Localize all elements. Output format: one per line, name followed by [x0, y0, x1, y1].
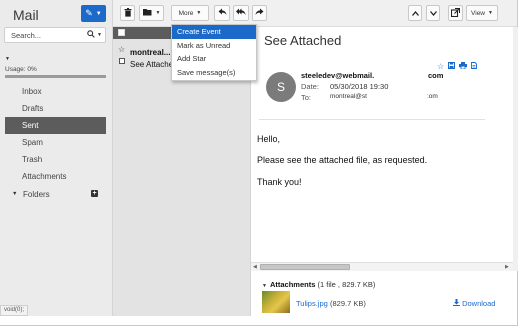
folders-section: ▼ Folders + [5, 190, 106, 200]
forward-icon [255, 8, 264, 18]
sidebar-item-inbox[interactable]: Inbox [5, 83, 106, 100]
chevron-down-icon[interactable]: ▼ [96, 11, 102, 17]
reply-icon [218, 8, 227, 18]
to-label: To: [301, 93, 312, 102]
reply-all-button[interactable] [233, 5, 249, 21]
body-signoff: Thank you! [257, 177, 302, 187]
folders-label[interactable]: Folders [23, 190, 50, 199]
save-icon[interactable] [448, 62, 456, 71]
recipient-email[interactable]: montreal@st [330, 93, 367, 100]
recipient-email-tail: :om [427, 93, 438, 100]
header-divider [259, 119, 485, 120]
sender-email-tail: com [428, 71, 444, 80]
compose-button[interactable]: ✎ ▼ [81, 5, 106, 22]
attachments-header[interactable]: ▼ Attachments (1 file , 829.7 KB) [262, 280, 375, 289]
folders-chevron-icon[interactable]: ▼ [12, 191, 17, 197]
avatar: S [266, 72, 296, 102]
message-from: montreal... [130, 48, 171, 57]
star-icon[interactable]: ☆ [118, 45, 125, 54]
print-icon[interactable] [459, 62, 468, 71]
attachments-label: Attachments [269, 280, 316, 289]
attachments-chevron-icon: ▼ [262, 283, 267, 289]
folder-list: Inbox Drafts Sent Spam Trash Attachments [5, 83, 106, 185]
sidebar-item-attachments[interactable]: Attachments [5, 168, 106, 185]
more-label: More [178, 9, 194, 17]
external-link-icon [450, 7, 461, 19]
view-source-icon[interactable] [471, 62, 478, 71]
sidebar-item-sent[interactable]: Sent [5, 117, 106, 134]
pencil-icon: ✎ [85, 8, 93, 18]
chevron-up-icon [411, 9, 419, 18]
body-greeting: Hello, [257, 134, 281, 144]
folder-open-icon [142, 8, 153, 18]
toolbar: ▼ More ▼ View ▼ [113, 0, 517, 27]
search-box: ▼ [4, 27, 106, 43]
delete-button[interactable] [120, 5, 135, 21]
sidebar-item-spam[interactable]: Spam [5, 134, 106, 151]
attachment-size: (829.7 KB) [330, 299, 366, 308]
usage-bar [5, 75, 106, 78]
previous-message-button[interactable] [408, 5, 422, 21]
reply-all-icon [236, 8, 246, 18]
message-checkbox[interactable] [119, 58, 125, 64]
sidebar-item-trash[interactable]: Trash [5, 151, 106, 168]
scrollbar-thumb[interactable] [260, 264, 350, 270]
date-value: 05/30/2018 19:30 [330, 82, 389, 91]
menu-item-mark-as-unread[interactable]: Mark as Unread [172, 39, 256, 53]
chevron-down-icon [429, 9, 437, 18]
star-icon[interactable]: ☆ [437, 62, 444, 71]
sidebar-item-drafts[interactable]: Drafts [5, 100, 106, 117]
menu-item-create-event[interactable]: Create Event [172, 25, 256, 39]
scroll-right-icon[interactable]: ▶ [505, 264, 509, 270]
attachment-thumbnail[interactable] [262, 291, 290, 313]
open-in-new-window-button[interactable] [448, 5, 463, 21]
reading-pane: See Attached ☆ S steeledev@webmail. com … [250, 27, 518, 316]
download-icon [453, 299, 462, 308]
search-icon[interactable] [87, 30, 95, 40]
message-subject-title: See Attached [264, 33, 342, 48]
message-header-actions: ☆ [437, 62, 478, 71]
search-input[interactable] [11, 31, 81, 40]
sender-email[interactable]: steeledev@webmail. [301, 71, 374, 80]
menu-item-save-messages[interactable]: Save message(s) [172, 66, 256, 80]
more-button[interactable]: More ▼ [171, 5, 209, 21]
next-message-button[interactable] [426, 5, 440, 21]
chevron-down-icon: ▼ [196, 10, 202, 16]
download-label: Download [462, 299, 496, 308]
attachments-meta: (1 file , 829.7 KB) [317, 280, 376, 289]
scroll-left-icon[interactable]: ◀ [253, 264, 257, 270]
move-button[interactable]: ▼ [139, 5, 164, 21]
trash-icon [124, 7, 132, 19]
sidebar: Mail ✎ ▼ ▼ ▼ Usage: 0% Inbox Drafts Sent… [0, 0, 113, 316]
menu-item-add-star[interactable]: Add Star [172, 52, 256, 66]
app-title: Mail [13, 7, 39, 23]
date-label: Date: [301, 82, 319, 91]
attachment-name-link[interactable]: Tulips.jpg [296, 299, 328, 308]
chevron-down-icon: ▼ [488, 10, 493, 16]
body-paragraph: Please see the attached file, as request… [257, 155, 428, 165]
quota-chevron-icon[interactable]: ▼ [5, 56, 10, 62]
download-link[interactable]: Download [453, 299, 495, 308]
add-folder-icon[interactable]: + [91, 190, 98, 197]
forward-button[interactable] [252, 5, 267, 21]
chevron-down-icon: ▼ [155, 10, 161, 16]
vertical-scrollbar[interactable] [513, 27, 518, 271]
view-label: View [471, 9, 486, 17]
more-dropdown-menu: Create Event Mark as Unread Add Star Sav… [171, 24, 257, 81]
app-window: Mail ✎ ▼ ▼ ▼ Usage: 0% Inbox Drafts Sent… [0, 0, 518, 326]
view-button[interactable]: View ▼ [466, 5, 498, 21]
select-all-checkbox[interactable] [118, 29, 125, 36]
usage-label: Usage: 0% [5, 66, 37, 73]
status-url: void(0); [0, 305, 29, 316]
reply-button[interactable] [214, 5, 230, 21]
horizontal-scrollbar[interactable]: ◀ ▶ [251, 262, 513, 271]
search-options-chevron-icon[interactable]: ▼ [97, 32, 102, 38]
